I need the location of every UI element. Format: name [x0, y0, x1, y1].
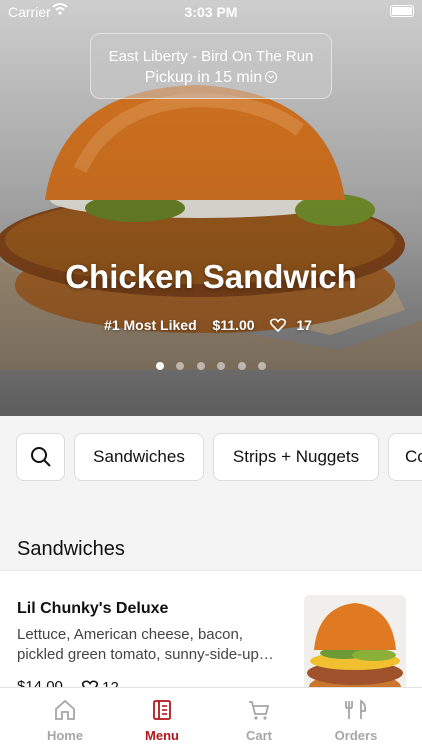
pickup-time: Pickup in 15 min	[91, 69, 331, 87]
menu-icon	[153, 700, 171, 720]
heart-icon	[270, 318, 287, 332]
tab-cart[interactable]: Cart	[209, 688, 309, 750]
clock: 3:03 PM	[184, 4, 238, 20]
hero-banner[interactable]: Carrier 3:03 PM East Liberty - Bird On T…	[0, 0, 422, 416]
item-description: Lettuce, American cheese, bacon, pickled…	[17, 626, 274, 663]
item-name: Lil Chunky's Deluxe	[17, 600, 169, 617]
carousel-dot[interactable]	[196, 362, 205, 370]
tab-orders[interactable]: Orders	[306, 688, 406, 750]
item-image	[304, 595, 406, 701]
category-chip-strips-nuggets[interactable]: Strips + Nuggets	[213, 433, 379, 481]
pickup-label: Pickup in 15 min	[144, 69, 263, 86]
category-bar: Sandwiches Strips + Nuggets Co	[0, 416, 422, 500]
carousel-dot[interactable]	[217, 362, 226, 370]
hero-meta: #1 Most Liked $11.00 17	[0, 316, 422, 333]
tab-home[interactable]: Home	[15, 688, 115, 750]
location-name: East Liberty - Bird On The Run	[108, 48, 314, 65]
tab-label: Cart	[245, 728, 272, 743]
orders-icon	[345, 699, 367, 719]
hero-price: $11.00	[212, 317, 255, 333]
tab-label: Orders	[334, 728, 378, 743]
cart-icon	[249, 701, 270, 720]
carousel-dot[interactable]	[237, 362, 246, 370]
hero-likes: 17	[270, 317, 317, 333]
carousel-dot[interactable]	[176, 362, 185, 370]
carousel-dot[interactable]	[155, 362, 164, 370]
category-chip-sandwiches[interactable]: Sandwiches	[74, 433, 204, 481]
chevron-down-icon	[265, 71, 278, 83]
hero-tagline: #1 Most Liked	[104, 317, 197, 333]
tab-label: Home	[46, 728, 84, 743]
battery-icon	[390, 5, 414, 17]
home-icon	[55, 699, 75, 720]
category-chip-partial[interactable]: Co	[388, 433, 422, 481]
status-bar: Carrier 3:03 PM	[0, 0, 422, 24]
tab-label: Menu	[145, 728, 179, 743]
carousel-dots[interactable]	[0, 357, 422, 375]
menu-item-card[interactable]: Lil Chunky's Deluxe Lettuce, American ch…	[0, 571, 422, 701]
tab-menu[interactable]: Menu	[112, 688, 212, 750]
app-screen: Carrier 3:03 PM East Liberty - Bird On T…	[0, 0, 422, 750]
hero-likes-count: 17	[296, 317, 312, 333]
hero-title: Chicken Sandwich	[65, 258, 357, 295]
search-button[interactable]	[16, 433, 65, 481]
sandwich-thumbnail	[304, 595, 406, 701]
search-icon	[30, 447, 51, 467]
tab-bar: Home Menu Cart Orders	[0, 687, 422, 750]
location-selector[interactable]: East Liberty - Bird On The Run Pickup in…	[90, 33, 332, 99]
carousel-dot[interactable]	[258, 362, 267, 370]
section-title: Sandwiches	[17, 538, 125, 560]
